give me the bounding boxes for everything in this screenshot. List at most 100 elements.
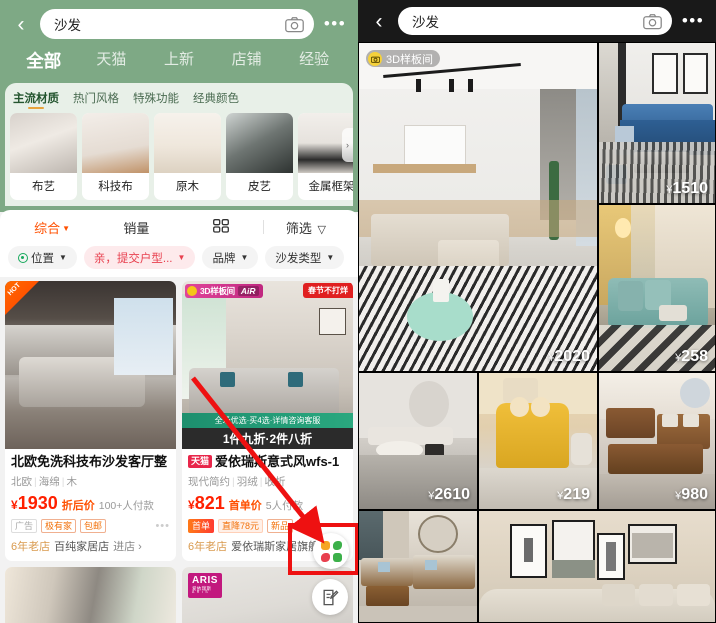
camera-icon[interactable] [643, 13, 662, 30]
category-item-list: 布艺 科技布 原木 皮艺 金属框架 [5, 113, 353, 200]
chip-location[interactable]: 位置 ▼ [8, 246, 77, 269]
tab-all[interactable]: 全部 [10, 48, 78, 73]
edit-note-glyph [322, 589, 339, 605]
product-price: ¥1930 [11, 493, 58, 514]
search-input-value: 沙发 [54, 18, 81, 33]
category-item-label: 金属框架 [308, 181, 354, 193]
category-item-leather[interactable]: 皮艺 [226, 113, 293, 200]
cat-tab-material[interactable]: 主流材质 [13, 90, 59, 109]
tile-image: 3D样板间 ¥2020 [359, 43, 597, 371]
price-value: 980 [681, 486, 708, 503]
back-icon[interactable]: ‹ [8, 9, 34, 39]
camera-icon[interactable] [285, 16, 304, 33]
cat-tab-function[interactable]: 特殊功能 [133, 90, 179, 109]
category-item-techcloth[interactable]: 科技布 [82, 113, 149, 200]
pinwheel-glyph [320, 540, 342, 562]
chip-brand-label: 品牌 [212, 252, 236, 265]
sold-count: 5人付款 [265, 500, 304, 513]
search-bar-row: ‹ 沙发 ••• [8, 6, 350, 42]
right-panel-3d-showroom: ‹ 沙发 ••• 3D样板间 ¥2020 ¥1510 ¥258 ¥2610 ¥2… [358, 0, 716, 623]
category-item-wood[interactable]: 原木 [154, 113, 221, 200]
festival-ribbon: 春节不打烊 [303, 283, 353, 298]
showroom-tile-blue-sofa[interactable]: ¥1510 [598, 42, 716, 204]
showroom-tile-hero[interactable]: 3D样板间 ¥2020 [358, 42, 598, 372]
showroom-grid: 3D样板间 ¥2020 ¥1510 ¥258 ¥2610 ¥219 ¥980 [358, 42, 716, 623]
tile-image: ¥1510 [599, 43, 715, 203]
pinwheel-petal [320, 540, 330, 550]
hot-badge-label: HOT [6, 281, 23, 298]
tag-row: 首单 直降78元 新品 [188, 519, 347, 534]
pinwheel-assistant-icon[interactable] [313, 533, 349, 569]
product-card[interactable]: 3D样板间 AiR 春节不打烊 全场优选·买4选·详情咨询客服 1件九折·2件八… [182, 281, 353, 562]
tile-price: ¥258 [675, 348, 708, 366]
left-header: ‹ 沙发 ••• 全部 天猫 上新 店铺 经验 [0, 0, 358, 83]
showroom-tile-teal-sofa[interactable]: ¥258 [598, 204, 716, 372]
showroom-tile-grey-minimal[interactable]: ¥2610 [358, 372, 478, 510]
shop-years: 6年老店 [188, 541, 228, 554]
badge-3d-label: 3D样板间 [386, 53, 434, 66]
search-input[interactable]: 沙发 [398, 7, 672, 35]
product-card[interactable] [5, 567, 176, 623]
tab-tmall[interactable]: 天猫 [78, 48, 146, 73]
category-tabs: 主流材质 热门风格 特殊功能 经典颜色 [5, 90, 353, 113]
attr-sep: | [259, 476, 263, 489]
hot-corner-badge: HOT [5, 281, 39, 315]
tab-shops[interactable]: 店铺 [213, 48, 281, 73]
grid-view-icon[interactable] [179, 218, 263, 236]
tile-price: ¥1510 [666, 180, 708, 198]
pinwheel-petal [332, 540, 342, 550]
more-dots-icon[interactable]: ••• [678, 6, 708, 36]
product-column-left: HOT 北欧免洗科技布沙发客厅整 北欧 | 海绵 | 木 ¥1930 折后价 100+人… [5, 281, 176, 562]
more-dots-icon[interactable]: ••• [155, 520, 170, 532]
filter-chip-row: 位置 ▼ 亲，提交户型... ▼ 品牌 ▼ 沙发类型 ▼ [0, 244, 358, 277]
camera-3d-icon [368, 51, 382, 66]
sort-sales[interactable]: 销量 [94, 218, 178, 237]
category-item-label: 布艺 [32, 181, 55, 193]
location-pin-icon [18, 252, 28, 263]
back-icon[interactable]: ‹ [366, 6, 392, 36]
category-scroll-arrow-icon[interactable]: › [342, 127, 353, 162]
chip-sofa-type[interactable]: 沙发类型 ▼ [265, 246, 345, 269]
sort-comprehensive[interactable]: 综合 ▼ [10, 218, 94, 237]
cat-tab-style[interactable]: 热门风格 [73, 90, 119, 109]
product-column-right: 3D样板间 AiR 春节不打烊 全场优选·买4选·详情咨询客服 1件九折·2件八… [182, 281, 353, 562]
tab-new[interactable]: 上新 [145, 48, 213, 73]
chip-location-label: 位置 [31, 252, 54, 265]
promo-green-banner: 全场优选·买4选·详情咨询客服 [182, 413, 353, 428]
product-title: 北欧免洗科技布沙发客厅整 [11, 454, 168, 469]
filter-button[interactable]: 筛选 ▽ [264, 218, 348, 237]
category-item-label: 科技布 [98, 181, 133, 193]
sort-bar: 综合 ▼ 销量 筛选 ▽ [0, 210, 358, 244]
category-thumb [82, 113, 149, 173]
tmall-badge: 天猫 [188, 455, 213, 469]
chip-floorplan[interactable]: 亲，提交户型... ▼ [83, 246, 196, 269]
promo-green-label: 全场优选·买4选·详情咨询客服 [214, 416, 321, 425]
sort-comprehensive-label: 综合 [34, 220, 61, 236]
tile-price: ¥2020 [548, 348, 590, 366]
product-card[interactable]: HOT 北欧免洗科技布沙发客厅整 北欧 | 海绵 | 木 ¥1930 折后价 100+人… [5, 281, 176, 562]
pinwheel-petal [332, 552, 342, 562]
tag-ad: 广告 [11, 519, 38, 534]
chip-brand[interactable]: 品牌 ▼ [202, 246, 259, 269]
right-header: ‹ 沙发 ••• [358, 0, 716, 42]
shop-enter-link[interactable]: 进店 › [113, 538, 142, 554]
showroom-tile-wood-sofa[interactable]: ¥980 [598, 372, 716, 510]
cat-tab-color[interactable]: 经典颜色 [193, 90, 239, 109]
price-value: 258 [681, 348, 708, 365]
showroom-tile-chinese-wood[interactable] [358, 510, 478, 623]
edit-note-icon[interactable] [312, 579, 348, 615]
currency-symbol: ¥ [11, 498, 18, 513]
tile-price: ¥219 [557, 486, 590, 504]
search-input[interactable]: 沙发 [40, 9, 314, 39]
tab-experience[interactable]: 经验 [280, 48, 348, 73]
tag-freeshipping: 包邮 [80, 519, 107, 534]
more-dots-icon[interactable]: ••• [320, 9, 350, 39]
chevron-down-icon: ▼ [62, 223, 71, 233]
partial-product-row: ARIS 爱依瑞斯 A R I S [0, 567, 358, 623]
attr: 收折 [264, 476, 286, 489]
showroom-tile-yellow-sofa[interactable]: ¥219 [478, 372, 598, 510]
chip-floorplan-label: 亲，提交户型... [93, 252, 173, 265]
shop-row[interactable]: 6年老店 百纯家居店 进店 › [11, 538, 170, 554]
category-item-fabric[interactable]: 布艺 [10, 113, 77, 200]
showroom-tile-gallery-wall[interactable] [478, 510, 716, 623]
